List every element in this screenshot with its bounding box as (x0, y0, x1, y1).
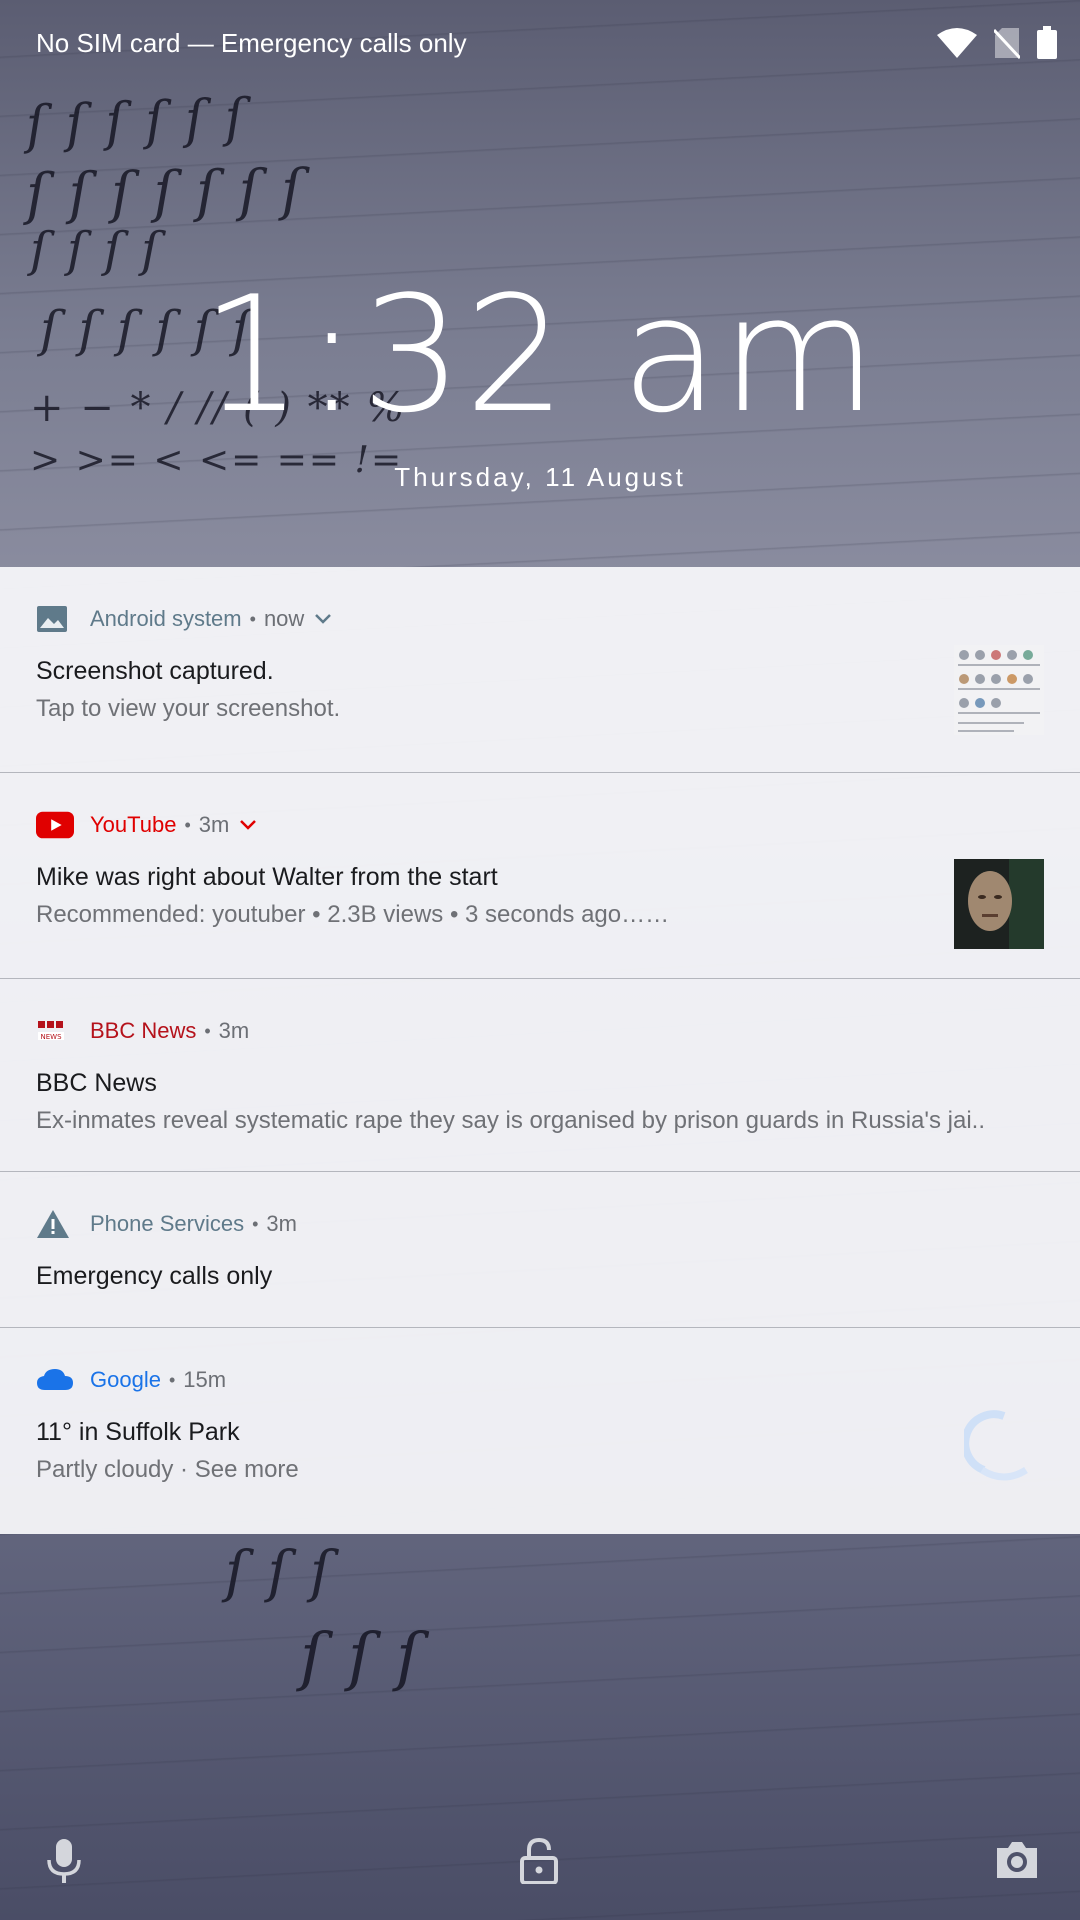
wallpaper-handwriting: ſ ſ ſ ſ (30, 222, 161, 278)
notification-header: NEWS BBC News • 3m (36, 1015, 249, 1047)
chevron-down-icon[interactable] (239, 819, 257, 831)
no-sim-icon (992, 27, 1022, 64)
notification-list: Android system • now Screenshot captured… (0, 567, 1080, 1534)
notification-time: 3m (218, 1018, 250, 1043)
notification-time: 15m (183, 1367, 227, 1392)
battery-icon (1036, 26, 1058, 65)
notification-title: Screenshot captured. (36, 657, 274, 685)
notification-app-name: BBC News (90, 1018, 197, 1043)
notification-body: Partly cloudy · See more (36, 1456, 299, 1483)
header-separator: • (184, 814, 191, 835)
notification-header: YouTube • 3m (36, 809, 257, 841)
header-separator: • (168, 1369, 176, 1390)
header-separator: • (252, 1213, 259, 1234)
wifi-icon (936, 27, 978, 64)
notification-youtube[interactable]: YouTube • 3m Mike was right about Walter… (0, 773, 1080, 979)
camera-icon[interactable] (994, 1840, 1040, 1885)
lockscreen-clock: 1:32 am (200, 261, 880, 448)
notification-time: 3m (266, 1211, 297, 1236)
warning-icon (36, 1208, 74, 1240)
notification-android-system[interactable]: Android system • now Screenshot captured… (0, 567, 1080, 773)
notification-phone-services[interactable]: Phone Services • 3m Emergency calls only (0, 1172, 1080, 1328)
video-thumbnail[interactable] (954, 859, 1044, 949)
notification-header: Google • 15m (36, 1364, 226, 1396)
lockscreen-bottom-bar (0, 1820, 1080, 1900)
notification-body: Recommended: youtuber • 2.3B views • 3 s… (36, 901, 670, 928)
wallpaper-handwriting: ſ ſ ſ ſ ſ ſ ſ (25, 157, 305, 228)
svg-text:NEWS: NEWS (40, 1033, 62, 1041)
notification-time: 3m (198, 812, 230, 837)
status-icons (936, 26, 1058, 65)
wallpaper-handwriting: ſ ſ ſ (300, 1620, 422, 1694)
notification-header: Android system • now (36, 603, 332, 635)
image-icon (36, 603, 74, 635)
header-separator: • (249, 608, 256, 629)
notification-title: 11° in Suffolk Park (36, 1418, 240, 1446)
notification-time: now (263, 606, 305, 631)
notification-app-name: Phone Services (90, 1211, 245, 1236)
screenshot-thumbnail[interactable] (954, 645, 1044, 735)
notification-app-name: Android system (90, 606, 242, 631)
wallpaper-handwriting: ſ ſ ſ ſ ſ ſ (25, 88, 248, 156)
chevron-down-icon[interactable] (314, 613, 332, 625)
notification-header: Phone Services • 3m (36, 1208, 297, 1240)
status-bar: No SIM card — Emergency calls only (0, 0, 1080, 90)
notification-bbc-news[interactable]: NEWS BBC News • 3m BBC News Ex-inmates r… (0, 979, 1080, 1172)
notification-body: Ex-inmates reveal systematic rape they s… (36, 1107, 985, 1134)
lockscreen-date: Thursday, 11 August (394, 462, 686, 492)
notification-title: Emergency calls only (36, 1262, 273, 1290)
carrier-status-text: No SIM card — Emergency calls only (36, 28, 467, 58)
microphone-icon[interactable] (46, 1838, 82, 1889)
youtube-icon (36, 809, 74, 841)
bbc-news-icon: NEWS (36, 1015, 74, 1047)
notification-title: Mike was right about Walter from the sta… (36, 863, 498, 891)
notification-app-name: Google (90, 1367, 161, 1392)
notification-app-name: YouTube (90, 812, 177, 837)
notification-title: BBC News (36, 1069, 157, 1097)
header-separator: • (204, 1020, 211, 1041)
notification-google[interactable]: Google • 15m 11° in Suffolk Park Partly … (0, 1328, 1080, 1534)
lock-icon[interactable] (520, 1837, 558, 1889)
notification-body: Tap to view your screenshot. (36, 695, 341, 722)
partly-cloudy-icon (961, 1408, 1040, 1484)
cloud-icon (36, 1364, 74, 1396)
wallpaper-handwriting: ſ ſ ſ (225, 1540, 333, 1605)
